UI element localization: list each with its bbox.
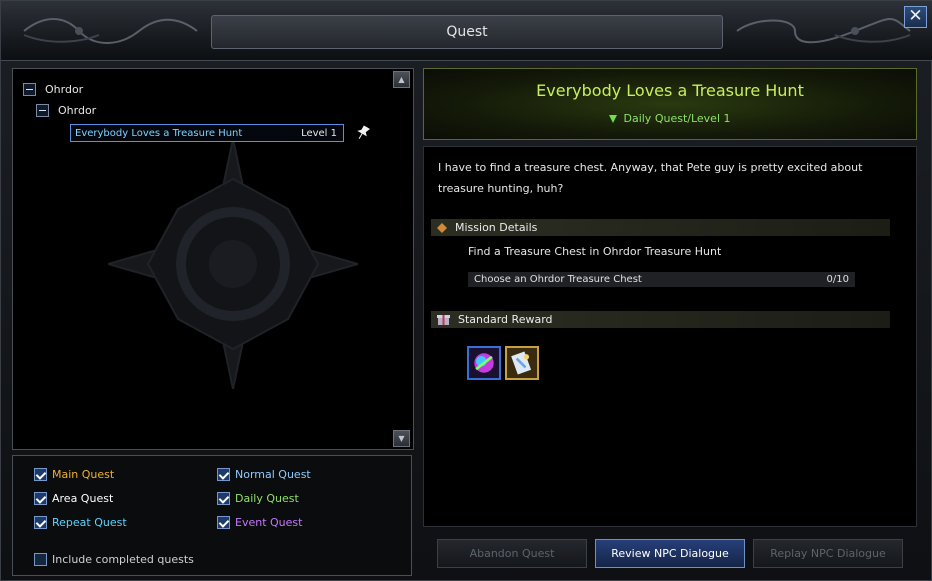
close-icon: ✕ — [908, 6, 923, 26]
reward-item-scroll-icon[interactable] — [505, 346, 539, 380]
filter-event-quest[interactable]: Event Quest — [217, 516, 302, 529]
mission-icon — [437, 222, 447, 233]
filter-daily-quest[interactable]: Daily Quest — [217, 492, 299, 505]
close-button[interactable]: ✕ — [904, 6, 927, 28]
title-bar: Quest ✕ — [1, 1, 932, 61]
checkbox[interactable] — [217, 492, 230, 505]
checkbox[interactable] — [217, 468, 230, 481]
objective-count: 0/10 — [826, 274, 849, 285]
mission-text: Find a Treasure Chest in Ohrdor Treasure… — [468, 245, 722, 258]
filter-label: Area Quest — [52, 492, 114, 505]
title-plate: Quest — [211, 15, 723, 49]
pin-icon[interactable] — [356, 125, 370, 141]
quest-subtitle: Daily Quest/Level 1 — [424, 112, 916, 125]
quest-type-level: Daily Quest/Level 1 — [623, 112, 731, 125]
mission-details-label: Mission Details — [455, 221, 538, 234]
gift-icon — [437, 315, 450, 325]
checkbox[interactable] — [217, 516, 230, 529]
reward-item-orb-icon[interactable] — [467, 346, 501, 380]
emblem-icon — [108, 139, 358, 389]
collapse-icon[interactable] — [36, 104, 49, 117]
quest-entry-level: Level 1 — [301, 127, 337, 139]
tree-child-row[interactable]: Ohrdor — [36, 104, 96, 117]
abandon-quest-button[interactable]: Abandon Quest — [437, 539, 587, 568]
tree-child-label: Ohrdor — [58, 104, 97, 117]
scroll-up-button[interactable]: ▲ — [393, 71, 410, 88]
standard-reward-label: Standard Reward — [458, 313, 553, 326]
quest-entry-name: Everybody Loves a Treasure Hunt — [75, 127, 243, 139]
filter-panel: Main Quest Normal Quest Area Quest Daily… — [12, 455, 412, 576]
replay-npc-dialogue-button[interactable]: Replay NPC Dialogue — [753, 539, 903, 568]
standard-reward-header: Standard Reward — [431, 311, 890, 328]
quest-description: I have to find a treasure chest. Anyway,… — [438, 161, 863, 195]
title-ornament-right — [736, 18, 911, 44]
review-npc-dialogue-button[interactable]: Review NPC Dialogue — [595, 539, 745, 568]
title-ornament-left — [23, 18, 198, 44]
checkbox[interactable] — [34, 516, 47, 529]
review-npc-dialogue-label: Review NPC Dialogue — [611, 547, 729, 560]
filter-label: Repeat Quest — [52, 516, 127, 529]
filter-label: Event Quest — [235, 516, 303, 529]
abandon-quest-label: Abandon Quest — [469, 547, 555, 560]
quest-title: Everybody Loves a Treasure Hunt — [536, 81, 804, 100]
filter-repeat-quest[interactable]: Repeat Quest — [34, 516, 127, 529]
scroll-down-button[interactable]: ▼ — [393, 430, 410, 447]
triangle-icon — [609, 114, 618, 123]
quest-window: Quest ✕ ▲ ▼ Ohrdor Ohrdor Everybody Love… — [0, 0, 932, 581]
filter-area-quest[interactable]: Area Quest — [34, 492, 113, 505]
collapse-icon[interactable] — [23, 83, 36, 96]
replay-npc-dialogue-label: Replay NPC Dialogue — [770, 547, 886, 560]
quest-list-panel: ▲ ▼ Ohrdor Ohrdor Everybody Loves a Trea… — [12, 68, 414, 450]
filter-label: Main Quest — [52, 468, 115, 481]
window-title: Quest — [446, 24, 488, 40]
filter-normal-quest[interactable]: Normal Quest — [217, 468, 311, 481]
quest-entry-selected[interactable]: Everybody Loves a Treasure Hunt Level 1 — [70, 124, 344, 142]
objective-label: Choose an Ohrdor Treasure Chest — [474, 274, 642, 285]
quest-detail-body: I have to find a treasure chest. Anyway,… — [423, 146, 917, 527]
quest-header: Everybody Loves a Treasure Hunt Daily Qu… — [423, 68, 917, 140]
tree-root-label: Ohrdor — [45, 83, 84, 96]
filter-label: Normal Quest — [235, 468, 311, 481]
filter-label: Daily Quest — [235, 492, 299, 505]
checkbox[interactable] — [34, 553, 47, 566]
include-completed-toggle[interactable]: Include completed quests — [34, 553, 194, 566]
objective-progress: Choose an Ohrdor Treasure Chest 0/10 — [468, 272, 855, 287]
checkbox[interactable] — [34, 492, 47, 505]
tree-root-row[interactable]: Ohrdor — [23, 83, 83, 96]
mission-details-header: Mission Details — [431, 219, 890, 236]
checkbox[interactable] — [34, 468, 47, 481]
filter-main-quest[interactable]: Main Quest — [34, 468, 114, 481]
include-completed-label: Include completed quests — [52, 553, 194, 566]
